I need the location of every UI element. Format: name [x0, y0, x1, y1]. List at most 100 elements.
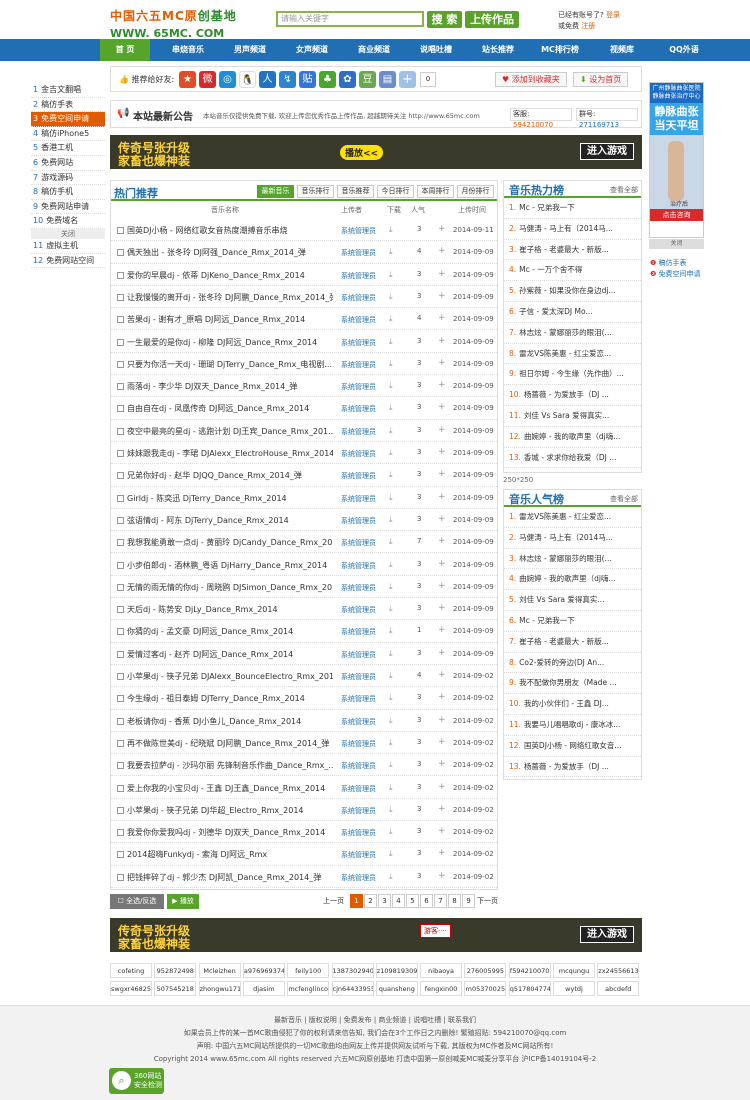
ad-consult-button[interactable]: 点击咨询	[650, 209, 703, 221]
music-tab[interactable]: 音乐排行	[297, 185, 334, 198]
friend-link[interactable]: q517804774	[508, 981, 551, 996]
add-icon[interactable]: +	[438, 670, 446, 680]
download-icon[interactable]: ⤓	[389, 359, 393, 369]
song-uploader[interactable]: 系统管理员	[341, 471, 376, 481]
song-uploader[interactable]: 系统管理员	[341, 360, 376, 370]
row-checkbox[interactable]	[117, 695, 124, 703]
add-icon[interactable]: +	[438, 469, 446, 479]
friend-link[interactable]: cjn64433955	[331, 981, 374, 996]
download-icon[interactable]: ⤓	[389, 693, 393, 703]
upload-button[interactable]: 上传作品	[465, 11, 519, 28]
rank-item[interactable]: 12. 曲婉婷 - 我的歌声里（dj嗨...	[504, 427, 641, 448]
left-nav-item[interactable]: 10 免费域名	[31, 214, 105, 229]
add-icon[interactable]: +	[438, 759, 446, 769]
friend-link[interactable]: quansheng	[375, 981, 418, 996]
song-uploader[interactable]: 系统管理员	[341, 605, 376, 615]
plus-icon[interactable]: +	[399, 71, 416, 88]
rank-item[interactable]: 6. Mc - 兄弟我一下	[504, 611, 641, 632]
add-icon[interactable]: +	[438, 782, 446, 792]
song-title[interactable]: 我想我能勇敢一点dj - 黄丽玲 DjCandy_Dance_Rmx_20...	[127, 537, 333, 548]
rank-item[interactable]: 13. 香城 - 求求你给我爱（DJ ...	[504, 448, 641, 469]
row-checkbox[interactable]	[117, 316, 124, 324]
song-uploader[interactable]: 系统管理员	[341, 672, 376, 682]
friend-link[interactable]: 1387302940	[331, 963, 374, 978]
song-title[interactable]: 小步伯郎dj - 酒林鹏_粤语 DjHarry_Dance_Rmx_2014	[127, 560, 333, 571]
song-uploader[interactable]: 系统管理员	[341, 627, 376, 637]
download-icon[interactable]: ⤓	[389, 515, 393, 525]
row-checkbox[interactable]	[117, 338, 124, 346]
login-link[interactable]: 登录	[606, 11, 620, 19]
rank-item[interactable]: 8. Co2-爱转的旁边(DJ An...	[504, 653, 641, 674]
rank-item[interactable]: 4. 曲婉婷 - 我的歌声里（dj嗨...	[504, 569, 641, 591]
music-tab[interactable]: 最新音乐	[257, 185, 294, 198]
song-title[interactable]: 苦果dj - 谢有才_原唱 DJ阿远_Dance_Rmx_2014	[127, 314, 333, 325]
nav-item-0[interactable]: 首 页	[100, 39, 150, 61]
nav-item-9[interactable]: QQ外语	[656, 39, 712, 61]
nav-item-5[interactable]: 说唱吐槽	[408, 39, 464, 61]
song-uploader[interactable]: 系统管理员	[341, 271, 376, 281]
add-icon[interactable]: +	[438, 848, 446, 858]
footer-link[interactable]: 版权说明	[309, 1016, 337, 1024]
song-uploader[interactable]: 系统管理员	[341, 561, 376, 571]
song-uploader[interactable]: 系统管理员	[341, 449, 376, 459]
rank-item[interactable]: 1. 雷龙VS陈美惠 - 红尘爱恋...	[504, 507, 641, 528]
song-uploader[interactable]: 系统管理员	[341, 694, 376, 704]
rank-item[interactable]: 3. 崔子格 - 老婆最大 - 新版...	[504, 240, 641, 261]
song-title[interactable]: 再不做陈世美dj - 纪晓斌 DJ阿鹏_Dance_Rmx_2014_弹	[127, 738, 333, 749]
row-checkbox[interactable]	[117, 851, 124, 859]
rank-item[interactable]: 4. Mc - 一万个舍不得	[504, 260, 641, 282]
left-nav-item[interactable]: 12 免费网站空间	[31, 254, 105, 269]
download-icon[interactable]: ⤓	[389, 783, 393, 793]
left-nav-item[interactable]: 8 稿仿手机	[31, 185, 105, 200]
download-icon[interactable]: ⤓	[389, 849, 393, 859]
rank-item[interactable]: 9. 祖日尔姆 - 今生缘（先作曲）...	[504, 364, 641, 386]
rank-item[interactable]: 11. 我要马儿唱唱歌dj - 康冰冰...	[504, 715, 641, 736]
search-button[interactable]: 搜 索	[427, 11, 462, 28]
rank-item[interactable]: 12. 国英DJ小杨 - 网络红歌女音...	[504, 736, 641, 757]
song-title[interactable]: 一生最爱的是你dj - 柳隆 DJ阿远_Dance_Rmx_2014	[127, 337, 333, 348]
add-icon[interactable]: +	[438, 269, 446, 279]
friend-link[interactable]: a976969374	[242, 963, 285, 978]
song-title[interactable]: 你猜的dj - 孟文豪 DJ阿远_Dance_Rmx_2014	[127, 626, 333, 637]
left-nav-item[interactable]: 11 虚拟主机	[31, 239, 105, 254]
left-nav-item[interactable]: 5 香港工机	[31, 141, 105, 156]
ad-link-2[interactable]: ❷ 免费空间申请	[650, 269, 701, 280]
song-title[interactable]: 爱情过客dj - 赵齐 DJ阿远_Dance_Rmx_2014	[127, 649, 333, 660]
kefu-box[interactable]: 客服: 594210070	[510, 108, 572, 129]
song-uploader[interactable]: 系统管理员	[341, 650, 376, 660]
footer-link[interactable]: 说唱吐槽	[413, 1016, 441, 1024]
add-icon[interactable]: +	[438, 715, 446, 725]
friend-link[interactable]: fengxin00	[420, 981, 463, 996]
row-checkbox[interactable]	[117, 249, 124, 257]
kaixin-icon[interactable]: ↯	[279, 71, 296, 88]
next-page[interactable]: 下一页	[477, 896, 498, 906]
download-icon[interactable]: ⤓	[389, 805, 393, 815]
nav-item-6[interactable]: 站长推荐	[470, 39, 526, 61]
song-uploader[interactable]: 系统管理员	[341, 784, 376, 794]
row-checkbox[interactable]	[117, 539, 124, 547]
add-icon[interactable]: +	[438, 492, 446, 502]
song-uploader[interactable]: 系统管理员	[341, 850, 376, 860]
song-title[interactable]: 偶天独出 - 张冬玲 DJ阿强_Dance_Rmx_2014_弹	[127, 247, 333, 258]
nav-item-7[interactable]: MC排行榜	[532, 39, 588, 61]
music-tab[interactable]: 音乐推荐	[337, 185, 374, 198]
renren-icon[interactable]: 人	[259, 71, 276, 88]
song-title[interactable]: 自由自在dj - 凤凰传奇 DJ阿远_Dance_Rmx_2014	[127, 403, 333, 414]
row-checkbox[interactable]	[117, 227, 124, 234]
add-icon[interactable]: +	[438, 313, 446, 323]
download-icon[interactable]: ⤓	[389, 537, 393, 547]
rank-item[interactable]: 8. 雷龙VS陈美惠 - 红尘爱恋...	[504, 344, 641, 365]
song-uploader[interactable]: 系统管理员	[341, 516, 376, 526]
left-nav-close[interactable]: 关闭	[31, 228, 105, 239]
add-icon[interactable]: +	[438, 447, 446, 457]
friend-link[interactable]: z109819309	[375, 963, 418, 978]
rank-item[interactable]: 13. 杨蔷薇 - 为爱放手（DJ ...	[504, 757, 641, 778]
row-checkbox[interactable]	[117, 673, 124, 680]
song-title[interactable]: 把钱摔碎了dj - 郭少杰 DJ阿凯_Dance_Rmx_2014_弹	[127, 872, 333, 883]
add-icon[interactable]: +	[438, 692, 446, 702]
song-title[interactable]: 老板请你dj - 香蕉 DJ小鱼儿_Dance_Rmx_2014	[127, 716, 333, 727]
add-icon[interactable]: +	[438, 358, 446, 368]
nav-item-1[interactable]: 串烧音乐	[160, 39, 216, 61]
friend-link[interactable]: abcdefd	[597, 981, 640, 996]
add-icon[interactable]: +	[438, 804, 446, 814]
